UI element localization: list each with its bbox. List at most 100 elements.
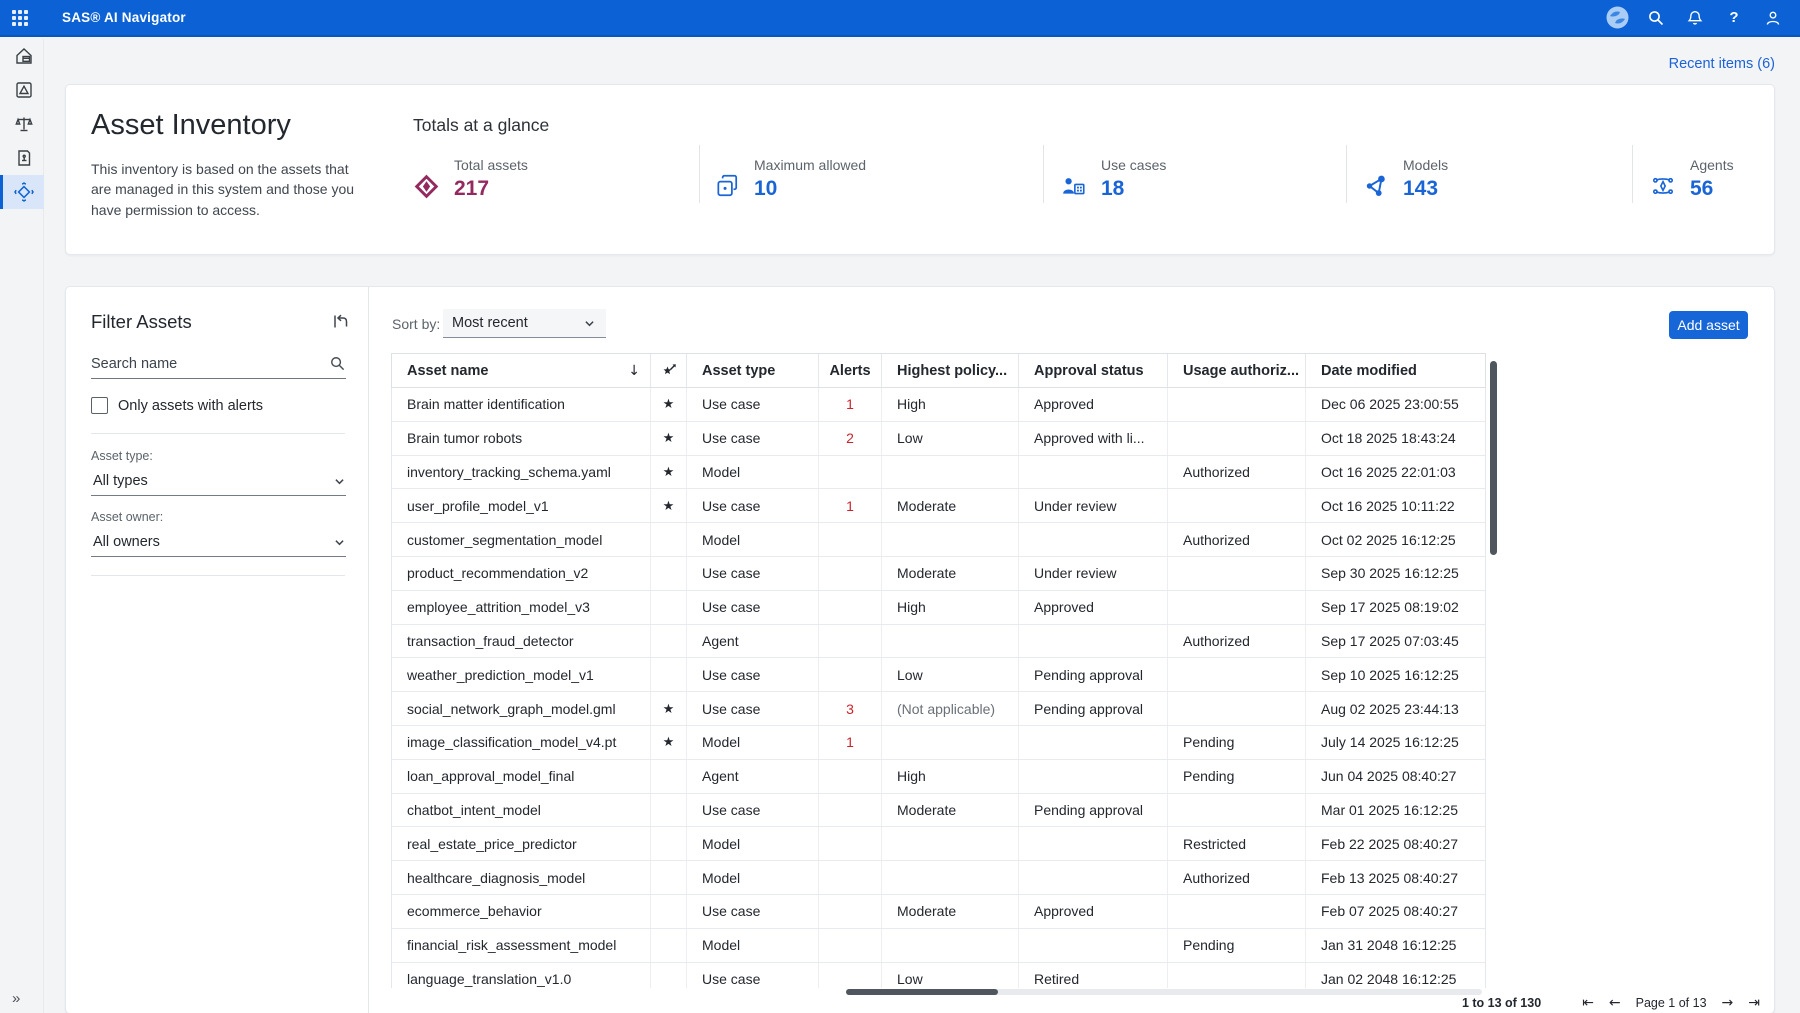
alerts-cell: 3 (819, 692, 882, 725)
table-row[interactable]: loan_approval_model_finalAgentHighPendin… (392, 760, 1485, 794)
next-page-button[interactable]: → (1722, 996, 1734, 1010)
sas-logo-icon (1604, 5, 1630, 31)
assets-table-card: Filter Assets Only assets with alerts A (65, 286, 1775, 1013)
approval-status-cell (1019, 760, 1168, 793)
asset-owner-select[interactable]: All owners (91, 528, 346, 557)
recent-items-link[interactable]: Recent items (6) (1669, 56, 1775, 72)
table-row[interactable]: financial_risk_assessment_modelModelPend… (392, 929, 1485, 963)
highest-policy-cell (882, 929, 1019, 962)
table-row[interactable]: healthcare_diagnosis_modelModelAuthorize… (392, 861, 1485, 895)
app-launcher-icon[interactable] (0, 0, 40, 36)
date-modified-cell: Oct 16 2025 22:01:03 (1306, 456, 1485, 489)
table-row[interactable]: chatbot_intent_modelUse caseModeratePend… (392, 794, 1485, 828)
column-header-asset-name[interactable]: Asset name ↓ (392, 354, 651, 387)
column-header-approval-status[interactable]: Approval status (1019, 354, 1168, 387)
sidebar-item-asset-inventory[interactable] (0, 175, 44, 209)
usage-authorization-cell (1168, 895, 1306, 928)
asset-type-cell: Use case (687, 422, 819, 455)
table-row[interactable]: image_classification_model_v4.pt★Model1P… (392, 726, 1485, 760)
vertical-scrollbar-thumb[interactable] (1490, 361, 1497, 555)
sidebar-expand-chevrons[interactable]: » (12, 990, 20, 1007)
search-name-field[interactable] (91, 349, 346, 379)
date-modified-cell: Feb 13 2025 08:40:27 (1306, 861, 1485, 894)
vertical-scrollbar[interactable] (1490, 353, 1497, 988)
pinned-star-cell (651, 625, 687, 658)
notifications-icon[interactable] (1682, 5, 1708, 31)
approval-status-cell (1019, 625, 1168, 658)
column-header-date-modified[interactable]: Date modified (1306, 354, 1485, 387)
asset-type-cell: Agent (687, 625, 819, 658)
approval-status-cell (1019, 726, 1168, 759)
horizontal-scrollbar[interactable] (846, 989, 1482, 995)
table-row[interactable]: employee_attrition_model_v3Use caseHighA… (392, 591, 1485, 625)
stat-agents: Agents 56 (1650, 157, 1734, 201)
asset-type-cell: Model (687, 456, 819, 489)
column-header-pinned[interactable] (651, 354, 687, 387)
highest-policy-cell (882, 827, 1019, 860)
policy-document-icon (14, 148, 34, 168)
sort-select[interactable]: Most recent (443, 309, 606, 338)
first-page-button[interactable]: ⇤ (1582, 996, 1594, 1010)
asset-name-cell: language_translation_v1.0 (392, 963, 651, 988)
stat-value: 143 (1403, 177, 1448, 201)
table-row[interactable]: social_network_graph_model.gml★Use case3… (392, 692, 1485, 726)
reset-filters-icon[interactable] (331, 312, 350, 331)
table-row[interactable]: real_estate_price_predictorModelRestrict… (392, 827, 1485, 861)
stat-total-assets: Total assets 217 (413, 157, 528, 201)
only-alerts-checkbox-row[interactable]: Only assets with alerts (91, 397, 263, 414)
table-row[interactable]: product_recommendation_v2Use caseModerat… (392, 557, 1485, 591)
filter-panel: Filter Assets Only assets with alerts A (66, 287, 369, 1013)
approval-status-cell (1019, 929, 1168, 962)
chevron-down-icon (333, 475, 346, 488)
table-row[interactable]: transaction_fraud_detectorAgentAuthorize… (392, 625, 1485, 659)
table-row[interactable]: ecommerce_behaviorUse caseModerateApprov… (392, 895, 1485, 929)
table-row[interactable]: user_profile_model_v1★Use case1ModerateU… (392, 489, 1485, 523)
column-header-alerts[interactable]: Alerts (819, 354, 882, 387)
usage-authorization-cell (1168, 557, 1306, 590)
search-input[interactable] (91, 356, 329, 372)
only-alerts-checkbox[interactable] (91, 397, 108, 414)
usage-authorization-cell: Pending (1168, 726, 1306, 759)
table-row[interactable]: language_translation_v1.0Use caseLowReti… (392, 963, 1485, 988)
table-row[interactable]: inventory_tracking_schema.yaml★ModelAuth… (392, 456, 1485, 490)
highest-policy-cell: Moderate (882, 489, 1019, 522)
add-asset-button[interactable]: Add asset (1669, 311, 1748, 339)
pinned-star-cell (651, 794, 687, 827)
sidebar-item-models[interactable] (0, 73, 44, 107)
sort-descending-icon[interactable]: ↓ (628, 363, 640, 379)
table-row[interactable]: Brain matter identification★Use case1Hig… (392, 388, 1485, 422)
approval-status-cell: Pending approval (1019, 658, 1168, 691)
model-studio-icon (14, 80, 34, 100)
alerts-cell (819, 658, 882, 691)
asset-type-cell: Use case (687, 895, 819, 928)
alerts-cell (819, 895, 882, 928)
sidebar-item-governance[interactable] (0, 107, 44, 141)
table-row[interactable]: weather_prediction_model_v1Use caseLowPe… (392, 658, 1485, 692)
search-icon[interactable] (1643, 5, 1669, 31)
horizontal-scrollbar-thumb[interactable] (846, 989, 998, 995)
sidebar-item-home[interactable] (0, 39, 44, 73)
column-header-usage-authorization[interactable]: Usage authoriz... (1168, 354, 1306, 387)
column-header-highest-policy[interactable]: Highest policy... (882, 354, 1019, 387)
pinned-star-cell: ★ (651, 692, 687, 725)
asset-type-select[interactable]: All types (91, 467, 346, 496)
user-icon[interactable] (1760, 5, 1786, 31)
asset-name-cell: user_profile_model_v1 (392, 489, 651, 522)
previous-page-button[interactable]: ← (1609, 996, 1621, 1010)
date-modified-cell: Oct 02 2025 16:12:25 (1306, 523, 1485, 556)
page-description: This inventory is based on the assets th… (91, 159, 363, 220)
table-row[interactable]: Brain tumor robots★Use case2LowApproved … (392, 422, 1485, 456)
usage-authorization-cell: Restricted (1168, 827, 1306, 860)
alerts-cell (819, 929, 882, 962)
help-icon[interactable]: ? (1721, 5, 1747, 31)
alerts-cell (819, 591, 882, 624)
filter-title: Filter Assets (91, 311, 192, 333)
sidebar-item-reports[interactable] (0, 141, 44, 175)
last-page-button[interactable]: ⇥ (1748, 996, 1760, 1010)
date-modified-cell: July 14 2025 16:12:25 (1306, 726, 1485, 759)
approval-status-cell: Under review (1019, 489, 1168, 522)
column-header-asset-type[interactable]: Asset type (687, 354, 819, 387)
date-modified-cell: Sep 17 2025 07:03:45 (1306, 625, 1485, 658)
usage-authorization-cell (1168, 794, 1306, 827)
table-row[interactable]: customer_segmentation_modelModelAuthoriz… (392, 523, 1485, 557)
